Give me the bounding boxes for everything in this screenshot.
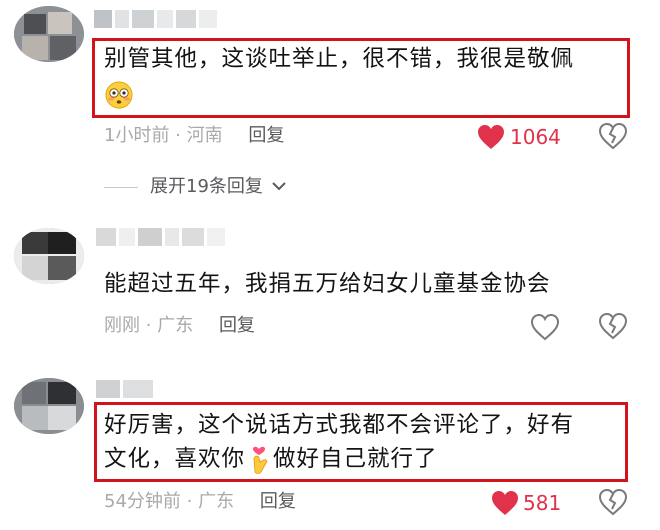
reply-button[interactable]: 回复	[219, 315, 255, 336]
comment-text: 别管其他，这谈吐举止，很不错，我很是敬佩	[104, 46, 575, 72]
dislike-icon[interactable]	[598, 487, 628, 517]
like-heart-icon[interactable]	[490, 489, 520, 517]
comment-time: 1小时前	[104, 125, 170, 146]
comment-text: 好厉害，这个说话方式我都不会评论了，好有	[104, 412, 575, 438]
dislike-icon[interactable]	[598, 121, 628, 151]
comment-text: 能超过五年，我捐五万给妇女儿童基金协会	[104, 271, 551, 297]
comment-meta: 刚刚 · 广东 回复	[104, 314, 255, 338]
like-heart-icon[interactable]	[476, 123, 506, 151]
avatar[interactable]	[14, 378, 84, 434]
expand-replies-button[interactable]: 展开19条回复	[104, 175, 287, 199]
like-count: 1064	[510, 125, 561, 149]
comment-text-part: 文化，喜欢你	[104, 446, 246, 472]
meta-separator: ·	[145, 315, 152, 336]
avatar[interactable]	[14, 6, 84, 62]
comment-time: 刚刚	[104, 315, 140, 336]
flushed-face-emoji	[104, 80, 134, 110]
username-blurred[interactable]	[94, 10, 220, 28]
comment-meta: 1小时前 · 河南 回复	[104, 124, 284, 148]
username-blurred[interactable]	[96, 228, 228, 246]
comment-location: 河南	[186, 125, 223, 146]
meta-separator: ·	[175, 125, 181, 146]
divider-line	[104, 186, 138, 188]
finger-heart-emoji	[245, 445, 273, 475]
comment-text-part: 做好自己就行了	[273, 446, 438, 472]
comment-location: 广东	[198, 491, 235, 512]
avatar[interactable]	[14, 228, 84, 284]
reply-button[interactable]: 回复	[248, 125, 284, 146]
chevron-down-icon	[271, 175, 287, 199]
comment-text-line2: 文化，喜欢你 做好自己就行了	[104, 441, 438, 477]
reply-button[interactable]: 回复	[260, 491, 296, 512]
like-heart-icon[interactable]	[530, 313, 560, 341]
comment-meta: 54分钟前 · 广东 回复	[104, 490, 296, 514]
username-blurred[interactable]	[96, 380, 156, 398]
meta-separator: ·	[186, 491, 193, 512]
dislike-icon[interactable]	[598, 311, 628, 341]
comment-time: 54分钟前	[104, 491, 181, 512]
like-count: 581	[523, 491, 562, 515]
expand-replies-label: 展开19条回复	[150, 176, 263, 197]
comment-location: 广东	[157, 315, 194, 336]
